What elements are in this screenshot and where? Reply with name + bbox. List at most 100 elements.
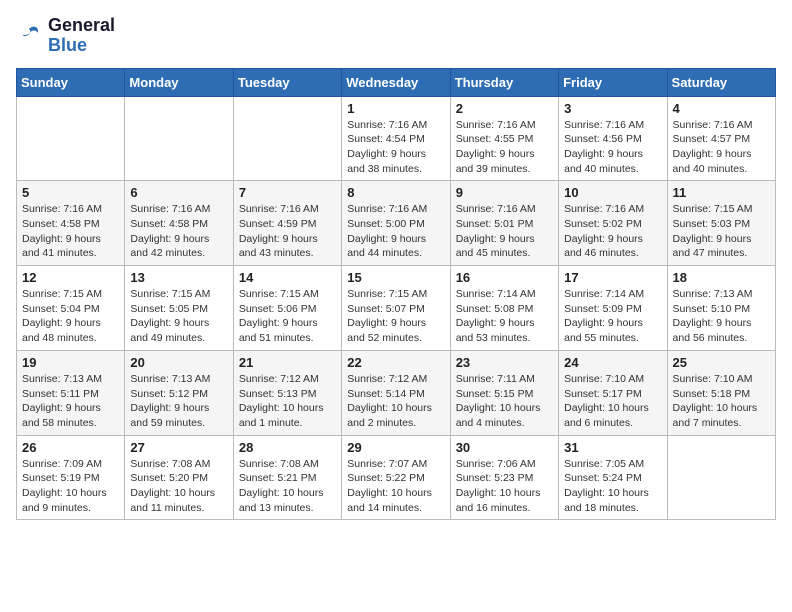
- day-info: Sunrise: 7:11 AM Sunset: 5:15 PM Dayligh…: [456, 372, 553, 431]
- day-info: Sunrise: 7:08 AM Sunset: 5:21 PM Dayligh…: [239, 457, 336, 516]
- day-number: 4: [673, 101, 770, 116]
- calendar-day-24: 24 Sunrise: 7:10 AM Sunset: 5:17 PM Dayl…: [559, 350, 667, 435]
- calendar-day-19: 19 Sunrise: 7:13 AM Sunset: 5:11 PM Dayl…: [17, 350, 125, 435]
- calendar-week-3: 12 Sunrise: 7:15 AM Sunset: 5:04 PM Dayl…: [17, 266, 776, 351]
- day-info: Sunrise: 7:16 AM Sunset: 4:55 PM Dayligh…: [456, 118, 553, 177]
- day-number: 10: [564, 185, 661, 200]
- day-number: 6: [130, 185, 227, 200]
- calendar-day-29: 29 Sunrise: 7:07 AM Sunset: 5:22 PM Dayl…: [342, 435, 450, 520]
- day-number: 29: [347, 440, 444, 455]
- day-info: Sunrise: 7:09 AM Sunset: 5:19 PM Dayligh…: [22, 457, 119, 516]
- calendar-day-20: 20 Sunrise: 7:13 AM Sunset: 5:12 PM Dayl…: [125, 350, 233, 435]
- weekday-header-monday: Monday: [125, 68, 233, 96]
- calendar-day-11: 11 Sunrise: 7:15 AM Sunset: 5:03 PM Dayl…: [667, 181, 775, 266]
- empty-cell: [233, 96, 341, 181]
- day-number: 17: [564, 270, 661, 285]
- day-number: 24: [564, 355, 661, 370]
- empty-cell: [667, 435, 775, 520]
- day-info: Sunrise: 7:08 AM Sunset: 5:20 PM Dayligh…: [130, 457, 227, 516]
- day-number: 11: [673, 185, 770, 200]
- day-number: 26: [22, 440, 119, 455]
- day-number: 22: [347, 355, 444, 370]
- calendar-day-13: 13 Sunrise: 7:15 AM Sunset: 5:05 PM Dayl…: [125, 266, 233, 351]
- logo: General Blue: [16, 16, 115, 56]
- calendar-table: SundayMondayTuesdayWednesdayThursdayFrid…: [16, 68, 776, 521]
- day-number: 13: [130, 270, 227, 285]
- empty-cell: [125, 96, 233, 181]
- calendar-day-7: 7 Sunrise: 7:16 AM Sunset: 4:59 PM Dayli…: [233, 181, 341, 266]
- weekday-header-thursday: Thursday: [450, 68, 558, 96]
- day-number: 9: [456, 185, 553, 200]
- day-info: Sunrise: 7:16 AM Sunset: 4:58 PM Dayligh…: [22, 202, 119, 261]
- calendar-day-27: 27 Sunrise: 7:08 AM Sunset: 5:20 PM Dayl…: [125, 435, 233, 520]
- calendar-day-6: 6 Sunrise: 7:16 AM Sunset: 4:58 PM Dayli…: [125, 181, 233, 266]
- day-number: 31: [564, 440, 661, 455]
- day-info: Sunrise: 7:16 AM Sunset: 4:58 PM Dayligh…: [130, 202, 227, 261]
- day-number: 30: [456, 440, 553, 455]
- day-info: Sunrise: 7:13 AM Sunset: 5:11 PM Dayligh…: [22, 372, 119, 431]
- day-number: 3: [564, 101, 661, 116]
- calendar-day-25: 25 Sunrise: 7:10 AM Sunset: 5:18 PM Dayl…: [667, 350, 775, 435]
- calendar-day-15: 15 Sunrise: 7:15 AM Sunset: 5:07 PM Dayl…: [342, 266, 450, 351]
- day-info: Sunrise: 7:13 AM Sunset: 5:10 PM Dayligh…: [673, 287, 770, 346]
- day-number: 25: [673, 355, 770, 370]
- calendar-day-10: 10 Sunrise: 7:16 AM Sunset: 5:02 PM Dayl…: [559, 181, 667, 266]
- day-number: 5: [22, 185, 119, 200]
- calendar-day-5: 5 Sunrise: 7:16 AM Sunset: 4:58 PM Dayli…: [17, 181, 125, 266]
- day-number: 19: [22, 355, 119, 370]
- calendar-day-2: 2 Sunrise: 7:16 AM Sunset: 4:55 PM Dayli…: [450, 96, 558, 181]
- weekday-header-saturday: Saturday: [667, 68, 775, 96]
- calendar-week-4: 19 Sunrise: 7:13 AM Sunset: 5:11 PM Dayl…: [17, 350, 776, 435]
- day-info: Sunrise: 7:16 AM Sunset: 4:57 PM Dayligh…: [673, 118, 770, 177]
- calendar-day-16: 16 Sunrise: 7:14 AM Sunset: 5:08 PM Dayl…: [450, 266, 558, 351]
- logo-text: General Blue: [48, 16, 115, 56]
- day-number: 27: [130, 440, 227, 455]
- day-number: 15: [347, 270, 444, 285]
- day-info: Sunrise: 7:13 AM Sunset: 5:12 PM Dayligh…: [130, 372, 227, 431]
- day-info: Sunrise: 7:06 AM Sunset: 5:23 PM Dayligh…: [456, 457, 553, 516]
- weekday-header-friday: Friday: [559, 68, 667, 96]
- day-number: 18: [673, 270, 770, 285]
- page-header: General Blue: [16, 16, 776, 56]
- day-info: Sunrise: 7:12 AM Sunset: 5:14 PM Dayligh…: [347, 372, 444, 431]
- day-number: 7: [239, 185, 336, 200]
- day-info: Sunrise: 7:16 AM Sunset: 4:59 PM Dayligh…: [239, 202, 336, 261]
- day-info: Sunrise: 7:14 AM Sunset: 5:08 PM Dayligh…: [456, 287, 553, 346]
- weekday-header-wednesday: Wednesday: [342, 68, 450, 96]
- day-info: Sunrise: 7:16 AM Sunset: 5:00 PM Dayligh…: [347, 202, 444, 261]
- day-info: Sunrise: 7:10 AM Sunset: 5:18 PM Dayligh…: [673, 372, 770, 431]
- calendar-body: 1 Sunrise: 7:16 AM Sunset: 4:54 PM Dayli…: [17, 96, 776, 520]
- calendar-day-17: 17 Sunrise: 7:14 AM Sunset: 5:09 PM Dayl…: [559, 266, 667, 351]
- day-info: Sunrise: 7:16 AM Sunset: 5:01 PM Dayligh…: [456, 202, 553, 261]
- day-number: 8: [347, 185, 444, 200]
- day-info: Sunrise: 7:07 AM Sunset: 5:22 PM Dayligh…: [347, 457, 444, 516]
- day-number: 23: [456, 355, 553, 370]
- day-info: Sunrise: 7:14 AM Sunset: 5:09 PM Dayligh…: [564, 287, 661, 346]
- calendar-week-5: 26 Sunrise: 7:09 AM Sunset: 5:19 PM Dayl…: [17, 435, 776, 520]
- calendar-day-23: 23 Sunrise: 7:11 AM Sunset: 5:15 PM Dayl…: [450, 350, 558, 435]
- day-info: Sunrise: 7:15 AM Sunset: 5:05 PM Dayligh…: [130, 287, 227, 346]
- day-info: Sunrise: 7:12 AM Sunset: 5:13 PM Dayligh…: [239, 372, 336, 431]
- day-info: Sunrise: 7:16 AM Sunset: 4:54 PM Dayligh…: [347, 118, 444, 177]
- calendar-day-18: 18 Sunrise: 7:13 AM Sunset: 5:10 PM Dayl…: [667, 266, 775, 351]
- calendar-day-8: 8 Sunrise: 7:16 AM Sunset: 5:00 PM Dayli…: [342, 181, 450, 266]
- calendar-day-26: 26 Sunrise: 7:09 AM Sunset: 5:19 PM Dayl…: [17, 435, 125, 520]
- weekday-header-row: SundayMondayTuesdayWednesdayThursdayFrid…: [17, 68, 776, 96]
- calendar-day-4: 4 Sunrise: 7:16 AM Sunset: 4:57 PM Dayli…: [667, 96, 775, 181]
- calendar-day-22: 22 Sunrise: 7:12 AM Sunset: 5:14 PM Dayl…: [342, 350, 450, 435]
- weekday-header-tuesday: Tuesday: [233, 68, 341, 96]
- calendar-week-2: 5 Sunrise: 7:16 AM Sunset: 4:58 PM Dayli…: [17, 181, 776, 266]
- logo-bird-icon: [16, 22, 44, 50]
- day-number: 2: [456, 101, 553, 116]
- day-info: Sunrise: 7:15 AM Sunset: 5:07 PM Dayligh…: [347, 287, 444, 346]
- calendar-day-3: 3 Sunrise: 7:16 AM Sunset: 4:56 PM Dayli…: [559, 96, 667, 181]
- calendar-day-9: 9 Sunrise: 7:16 AM Sunset: 5:01 PM Dayli…: [450, 181, 558, 266]
- day-info: Sunrise: 7:05 AM Sunset: 5:24 PM Dayligh…: [564, 457, 661, 516]
- calendar-day-14: 14 Sunrise: 7:15 AM Sunset: 5:06 PM Dayl…: [233, 266, 341, 351]
- day-number: 16: [456, 270, 553, 285]
- day-number: 1: [347, 101, 444, 116]
- day-info: Sunrise: 7:16 AM Sunset: 4:56 PM Dayligh…: [564, 118, 661, 177]
- day-info: Sunrise: 7:15 AM Sunset: 5:04 PM Dayligh…: [22, 287, 119, 346]
- calendar-day-12: 12 Sunrise: 7:15 AM Sunset: 5:04 PM Dayl…: [17, 266, 125, 351]
- day-number: 12: [22, 270, 119, 285]
